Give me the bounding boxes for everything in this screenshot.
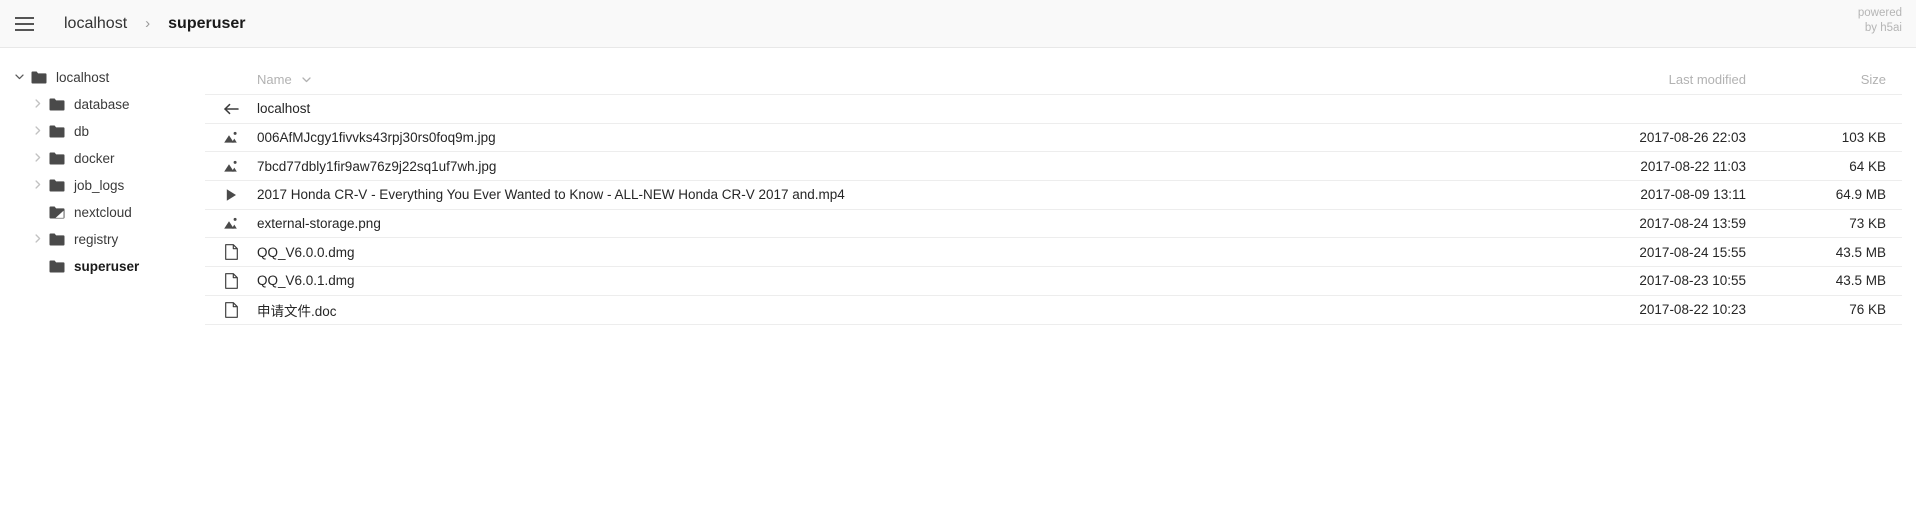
table-row[interactable]: 006AfMJcgy1fivvks43rpj30rs0foq9m.jpg 2017… xyxy=(205,122,1902,152)
twisty-placeholder xyxy=(32,260,46,274)
file-name[interactable]: QQ_V6.0.0.dmg xyxy=(257,245,1562,260)
sidebar-item-label: localhost xyxy=(56,70,110,85)
sidebar-item-label: docker xyxy=(74,151,115,166)
file-name[interactable]: 申请文件.doc xyxy=(257,300,1562,320)
folder-icon xyxy=(49,125,65,138)
column-headers: Name Last modified Size xyxy=(205,48,1902,94)
folder-icon xyxy=(49,98,65,111)
column-header-last-modified[interactable]: Last modified xyxy=(1562,72,1792,87)
sidebar-item-job_logs[interactable]: job_logs xyxy=(0,172,205,199)
parent-directory-row[interactable]: localhost xyxy=(205,94,1902,123)
hamburger-bar xyxy=(14,16,34,19)
folder-icon xyxy=(49,233,65,246)
sidebar-item-label: job_logs xyxy=(74,178,125,193)
folder-icon xyxy=(49,152,65,165)
file-icon xyxy=(205,273,257,289)
file-last-modified: 2017-08-22 11:03 xyxy=(1640,158,1746,174)
file-size: 73 KB xyxy=(1849,216,1886,232)
file-icon xyxy=(205,301,257,318)
breadcrumb-item-superuser[interactable]: superuser xyxy=(164,13,249,35)
page-body: localhost database db docker job_logsnextclo… xyxy=(0,48,1916,325)
file-name[interactable]: 7bcd77dbly1fir9aw76z9j22sq1uf7wh.jpg xyxy=(257,159,1562,174)
table-row[interactable]: 申请文件.doc 2017-08-22 10:23 76 KB xyxy=(205,294,1902,324)
file-size: 43.5 MB xyxy=(1835,273,1886,289)
file-last-modified: 2017-08-24 15:55 xyxy=(1639,244,1746,260)
sidebar-item-docker[interactable]: docker xyxy=(0,145,205,172)
file-name[interactable]: QQ_V6.0.1.dmg xyxy=(257,273,1562,288)
table-row[interactable]: QQ_V6.0.1.dmg 2017-08-23 10:55 43.5 MB xyxy=(205,266,1902,295)
chevron-right-icon[interactable] xyxy=(32,233,46,247)
sidebar-tree: localhost database db docker job_logsnextclo… xyxy=(0,48,205,280)
sidebar-item-nextcloud[interactable]: nextcloud xyxy=(0,199,205,226)
file-size: 76 KB xyxy=(1849,302,1886,318)
breadcrumb-item-localhost[interactable]: localhost xyxy=(60,13,131,35)
folder-icon xyxy=(49,260,65,273)
hamburger-menu-icon[interactable] xyxy=(0,0,48,48)
file-size: 43.5 MB xyxy=(1835,244,1886,260)
sidebar-item-registry[interactable]: registry xyxy=(0,226,205,253)
file-listing: Name Last modified Size localhost 006AfMJ… xyxy=(205,48,1916,325)
file-name[interactable]: 2017 Honda CR-V - Everything You Ever Wa… xyxy=(257,187,1562,202)
file-last-modified: 2017-08-22 10:23 xyxy=(1639,302,1746,318)
chevron-right-icon[interactable] xyxy=(32,179,46,193)
sidebar-item-label: nextcloud xyxy=(74,205,132,220)
file-size: 64 KB xyxy=(1849,158,1886,174)
sidebar-item-label: db xyxy=(74,124,90,139)
top-bar: localhost › superuser powered by h5ai xyxy=(0,0,1916,48)
chevron-right-icon[interactable] xyxy=(32,152,46,166)
file-rows: localhost 006AfMJcgy1fivvks43rpj30rs0foq9… xyxy=(205,94,1902,325)
image-icon xyxy=(205,131,257,144)
sidebar-item-superuser[interactable]: superuser xyxy=(0,253,205,280)
folder-icon xyxy=(49,179,65,192)
column-header-name-label: Name xyxy=(257,71,292,87)
file-name[interactable]: external-storage.png xyxy=(257,216,1562,231)
column-header-size[interactable]: Size xyxy=(1792,72,1902,87)
file-size: 64.9 MB xyxy=(1835,187,1886,203)
hamburger-bar xyxy=(14,28,34,31)
table-row[interactable]: external-storage.png 2017-08-24 13:59 73 K… xyxy=(205,208,1902,238)
breadcrumb: localhost › superuser xyxy=(60,13,250,35)
powered-by-label[interactable]: powered by h5ai xyxy=(1858,6,1902,36)
image-icon xyxy=(205,217,257,230)
image-icon xyxy=(205,160,257,173)
folder-icon xyxy=(31,71,47,84)
sidebar-item-label: superuser xyxy=(74,259,140,274)
file-last-modified: 2017-08-24 13:59 xyxy=(1639,216,1746,232)
hamburger-bar xyxy=(14,22,34,25)
powered-line-2: by h5ai xyxy=(1864,22,1902,34)
twisty-placeholder xyxy=(32,206,46,220)
file-icon xyxy=(205,244,257,261)
chevron-right-icon[interactable] xyxy=(32,98,46,112)
file-last-modified: 2017-08-09 13:11 xyxy=(1640,187,1746,203)
folder-link-icon xyxy=(49,206,65,219)
file-name[interactable]: localhost xyxy=(257,101,1562,116)
sidebar-item-database[interactable]: database xyxy=(0,91,205,118)
arrow-left-icon xyxy=(205,102,257,116)
column-header-name[interactable]: Name xyxy=(205,72,1562,87)
chevron-down-icon[interactable] xyxy=(14,71,28,85)
sidebar-item-label: database xyxy=(74,97,130,112)
breadcrumb-separator: › xyxy=(145,15,151,32)
powered-line-1: powered xyxy=(1857,7,1902,19)
sidebar-item-label: registry xyxy=(74,232,119,247)
video-icon xyxy=(205,188,257,202)
file-name[interactable]: 006AfMJcgy1fivvks43rpj30rs0foq9m.jpg xyxy=(257,130,1562,145)
sidebar-item-db[interactable]: db xyxy=(0,118,205,145)
table-row[interactable]: 2017 Honda CR-V - Everything You Ever Wa… xyxy=(205,180,1902,209)
chevron-down-icon xyxy=(301,74,312,85)
table-row[interactable]: QQ_V6.0.0.dmg 2017-08-24 15:55 43.5 MB xyxy=(205,237,1902,266)
sidebar-item-localhost[interactable]: localhost xyxy=(0,64,205,91)
file-last-modified: 2017-08-23 10:55 xyxy=(1639,273,1746,289)
table-row[interactable]: 7bcd77dbly1fir9aw76z9j22sq1uf7wh.jpg 2017… xyxy=(205,151,1902,180)
file-size: 103 KB xyxy=(1841,130,1886,146)
file-last-modified: 2017-08-26 22:03 xyxy=(1639,130,1746,146)
chevron-right-icon[interactable] xyxy=(32,125,46,139)
